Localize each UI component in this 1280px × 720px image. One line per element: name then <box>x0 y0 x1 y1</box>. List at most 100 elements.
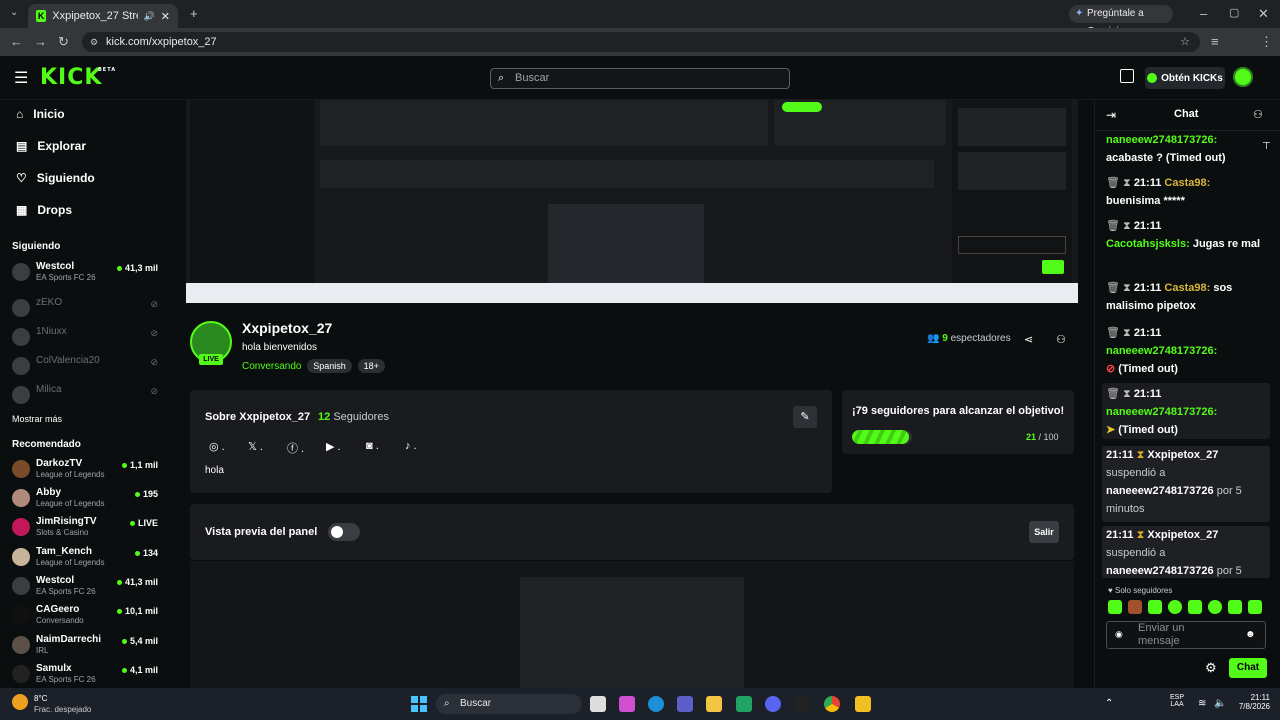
emote-icon[interactable] <box>1228 600 1242 614</box>
tiktok-icon[interactable]: ♪ . <box>405 440 417 452</box>
new-tab-button[interactable]: + <box>190 6 198 21</box>
stream-video-player[interactable] <box>186 100 1078 303</box>
mod-tools-icons[interactable]: 🗑 ⧗ <box>1106 327 1134 339</box>
sidebar-channel-milica[interactable]: Milica ⊘ <box>12 384 162 410</box>
mod-name[interactable]: Xxpipetox_27 <box>1147 449 1218 461</box>
nav-siguiendo[interactable]: ♡ Siguiendo <box>16 171 95 185</box>
sidebar-channel-zeko[interactable]: zEKO ⊘ <box>12 297 162 323</box>
sidebar-channel-darkoztv[interactable]: DarkozTV League of Legends 1,1 mil <box>12 458 162 484</box>
sidebar-channel-westcol[interactable]: Westcol EA Sports FC 26 41,3 mil <box>12 261 162 287</box>
emote-icon[interactable] <box>1128 600 1142 614</box>
mod-tools-icons[interactable]: 🗑 ⧗ <box>1106 388 1134 400</box>
sidebar-channel-colvalencia20[interactable]: ColValencia20 ⊘ <box>12 355 162 381</box>
user-avatar[interactable] <box>1233 67 1253 87</box>
emote-icon[interactable] <box>1208 600 1222 614</box>
copilot-icon[interactable] <box>619 696 635 712</box>
mod-tools-icons[interactable]: 🗑 ⧗ <box>1106 220 1134 232</box>
chat-username[interactable]: naneeew2748173726: <box>1106 406 1217 418</box>
chat-username[interactable]: Casta98: <box>1164 177 1210 189</box>
bookmark-star-icon[interactable]: ☆ <box>1180 32 1190 52</box>
sidebar-channel-westcol-rec[interactable]: Westcol EA Sports FC 26 41,3 mil <box>12 575 162 601</box>
back-icon[interactable]: ← <box>10 34 23 49</box>
tab-close-icon[interactable]: ✕ <box>161 10 170 23</box>
chat-username[interactable]: naneeew2748173726: <box>1106 345 1217 357</box>
tag-language[interactable]: Spanish <box>307 359 352 373</box>
edit-pencil-icon[interactable]: ✎ <box>793 406 817 428</box>
exit-button[interactable]: Salir <box>1029 521 1059 543</box>
chrome-menu-icon[interactable]: ⋮ <box>1260 34 1273 50</box>
window-close-icon[interactable]: ✕ <box>1258 6 1269 22</box>
kick-logo[interactable]: KICK BETA <box>40 65 115 90</box>
mod-tools-icons[interactable]: 🗑 ⧗ <box>1106 177 1134 189</box>
wifi-icon[interactable]: ≋ <box>1198 698 1206 709</box>
mod-name[interactable]: Xxpipetox_27 <box>1147 529 1218 541</box>
chat-username[interactable]: naneeew2748173726: <box>1106 134 1217 146</box>
tag-age[interactable]: 18+ <box>357 359 385 373</box>
sidebar-channel-cageero[interactable]: CAGeero Conversando 10,1 mil <box>12 604 162 630</box>
chat-username[interactable]: Cacotahsjsksls: <box>1106 238 1190 250</box>
forward-icon[interactable]: → <box>34 34 47 49</box>
panel-preview-toggle[interactable] <box>328 523 360 541</box>
nav-explorar[interactable]: ▤ Explorar <box>16 139 86 153</box>
tab-list-icon[interactable]: ⌄ <box>10 7 18 18</box>
nav-inicio[interactable]: ⌂ Inicio <box>16 107 65 121</box>
browser-tab[interactable]: K Xxpipetox_27 Stream - Wat 🔊 ✕ <box>28 4 178 28</box>
obs-icon[interactable] <box>795 696 811 712</box>
emoji-icon[interactable]: ☻ <box>1245 629 1256 640</box>
taskbar-search[interactable]: ⌕ Buscar <box>436 694 582 714</box>
stream-category-link[interactable]: Conversando <box>242 361 301 372</box>
send-chat-button[interactable]: Chat <box>1229 658 1267 678</box>
edge-icon[interactable] <box>648 696 664 712</box>
excel-icon[interactable] <box>736 696 752 712</box>
search-input[interactable]: ⌕ Buscar <box>490 68 790 89</box>
volume-icon[interactable]: 🔈 <box>1214 698 1226 709</box>
emote-icon[interactable] <box>1168 600 1182 614</box>
maximize-icon[interactable]: ▢ <box>1229 6 1239 19</box>
instagram-icon[interactable]: ◎ . <box>209 440 225 453</box>
input-language[interactable]: ESP LAA <box>1170 694 1184 708</box>
target-user[interactable]: naneeew2748173726 <box>1106 565 1214 577</box>
show-more-link[interactable]: Mostrar más <box>12 414 62 424</box>
reload-icon[interactable]: ↻ <box>58 34 69 50</box>
chat-input[interactable]: ◉ Enviar un mensaje ☻ <box>1106 621 1266 649</box>
emote-icon[interactable] <box>1188 600 1202 614</box>
gemini-button[interactable]: ✦ Pregúntale a Gemini <box>1069 5 1173 37</box>
tray-chevron-icon[interactable]: ⌃ <box>1105 698 1113 709</box>
sidebar-channel-abby[interactable]: Abby League of Legends 195 <box>12 487 162 513</box>
teams-icon[interactable] <box>677 696 693 712</box>
file-explorer-icon[interactable] <box>706 696 722 712</box>
obten-kicks-button[interactable]: Obtén KICKs <box>1145 67 1225 89</box>
discord-icon[interactable]: ◙ . <box>366 440 379 452</box>
sidebar-channel-tam-kench[interactable]: Tam_Kench League of Legends 134 <box>12 546 162 572</box>
reading-list-icon[interactable]: ≡ <box>1211 34 1219 49</box>
chat-users-icon[interactable]: ⚇ <box>1253 108 1263 121</box>
facebook-icon[interactable]: ⓕ . <box>287 440 304 456</box>
url-bar[interactable]: ⚙ kick.com/xxpipetox_27 ☆ <box>82 32 1200 52</box>
sidebar-channel-naimdarrechi[interactable]: NaimDarrechi IRL 5,4 mil <box>12 634 162 660</box>
site-info-icon[interactable]: ⚙ <box>90 32 98 52</box>
minimize-icon[interactable]: – <box>1200 6 1207 21</box>
clock[interactable]: 21:11 7/8/2026 <box>1238 693 1270 711</box>
discord-taskbar-icon[interactable] <box>765 696 781 712</box>
emote-icon[interactable] <box>1248 600 1262 614</box>
chrome-taskbar-icon[interactable] <box>824 696 840 712</box>
emote-icon[interactable] <box>1108 600 1122 614</box>
youtube-icon[interactable]: ▶ . <box>326 440 341 453</box>
store-icon[interactable] <box>1120 69 1134 83</box>
moderation-icon[interactable]: ⚇ <box>1056 333 1066 346</box>
windows-start-icon[interactable] <box>411 696 427 712</box>
nav-drops[interactable]: ▦ Drops <box>16 203 72 217</box>
hamburger-menu-icon[interactable]: ☰ <box>14 68 28 88</box>
chat-settings-icon[interactable]: ⚙ <box>1205 660 1217 676</box>
target-user[interactable]: naneeew2748173726 <box>1106 485 1214 497</box>
chat-username[interactable]: Casta98: <box>1164 282 1210 294</box>
weather-icon[interactable] <box>12 694 28 710</box>
x-twitter-icon[interactable]: 𝕏 . <box>248 440 263 453</box>
sidebar-channel-jimrisingtv[interactable]: JimRisingTV Slots & Casino LIVE <box>12 516 162 542</box>
emote-icon[interactable] <box>1148 600 1162 614</box>
mod-tools-icons[interactable]: 🗑 ⧗ <box>1106 282 1134 294</box>
audio-icon[interactable]: 🔊 <box>144 11 155 22</box>
sidebar-channel-samulx[interactable]: Samulx EA Sports FC 26 4,1 mil <box>12 663 162 689</box>
share-icon[interactable]: ⋖ <box>1024 333 1033 346</box>
collapse-chat-icon[interactable]: ⇥ <box>1106 108 1116 122</box>
